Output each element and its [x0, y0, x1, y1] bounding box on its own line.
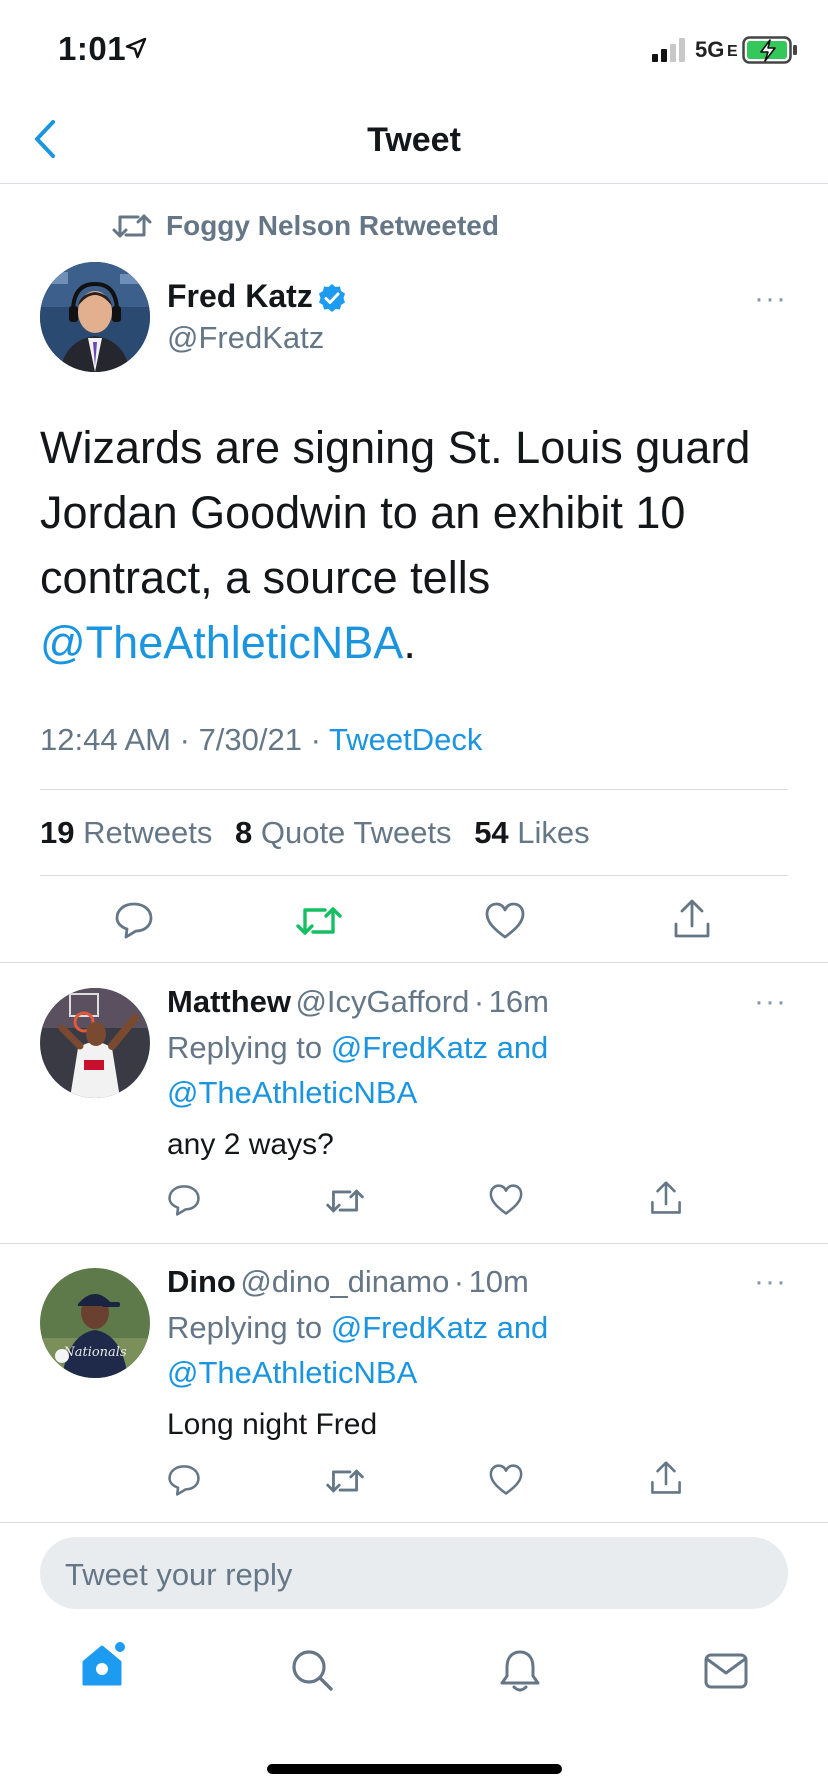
- reply-text: Long night Fred: [167, 1408, 378, 1441]
- reply-time: 16m: [488, 984, 549, 1019]
- like-icon[interactable]: [484, 902, 526, 940]
- network-sub-label: E: [727, 43, 738, 60]
- nav-divider: [0, 183, 828, 184]
- replying-to-prefix: Replying to: [167, 1310, 323, 1345]
- more-options-icon[interactable]: ···: [754, 282, 787, 316]
- share-icon[interactable]: [649, 1460, 683, 1496]
- retweets-count: 19: [40, 815, 75, 850]
- meta-separator: ·: [310, 722, 321, 757]
- tweet-text-line: contract, a source tells: [40, 552, 491, 603]
- reply-separator: ·: [453, 1264, 465, 1299]
- replying-to: Replying to @FredKatz and @TheAthleticNB…: [167, 1305, 548, 1395]
- reply-author-name[interactable]: Matthew: [167, 984, 291, 1019]
- tweet-metadata: 12:44 AM · 7/30/21 · TweetDeck: [40, 722, 482, 758]
- reply-divider: [0, 1243, 828, 1244]
- verified-badge-icon: [319, 284, 345, 312]
- reply-author-handle[interactable]: @dino_dinamo: [240, 1264, 449, 1299]
- reply-icon[interactable]: [167, 1183, 201, 1217]
- retweeted-by-label[interactable]: Foggy Nelson Retweeted: [166, 210, 499, 242]
- reply-divider: [0, 1522, 828, 1523]
- reply-avatar-image: Nationals: [40, 1268, 150, 1378]
- reply-avatar-image: [40, 988, 150, 1098]
- retweets-stat[interactable]: 19 Retweets: [40, 815, 212, 850]
- location-arrow-icon: [125, 37, 147, 59]
- network-label: 5G: [695, 37, 725, 62]
- quotes-count: 8: [234, 815, 253, 850]
- actions-divider: [0, 962, 828, 963]
- reply-input-placeholder: Tweet your reply: [65, 1557, 293, 1592]
- replying-to: Replying to @FredKatz and @TheAthleticNB…: [167, 1025, 548, 1115]
- messages-icon[interactable]: [704, 1653, 748, 1689]
- replying-to-users[interactable]: @FredKatz and: [331, 1310, 549, 1345]
- status-time: 1:01: [58, 30, 127, 67]
- reply-time: 10m: [468, 1264, 529, 1299]
- battery-charging-icon: [742, 36, 797, 64]
- author-handle[interactable]: @FredKatz: [167, 320, 324, 356]
- reply-separator: ·: [473, 984, 485, 1019]
- like-icon[interactable]: [488, 1464, 524, 1496]
- mention-link[interactable]: @TheAthleticNBA: [40, 617, 403, 668]
- engagement-stats: 19 Retweets 8 Quote Tweets 54 Likes: [40, 815, 590, 851]
- tweet-text: Wizards are signing St. Louis guard Jord…: [40, 415, 780, 675]
- retweet-icon[interactable]: [326, 1186, 364, 1216]
- replying-to-users[interactable]: @FredKatz and: [331, 1030, 549, 1065]
- mention-suffix: .: [403, 617, 416, 668]
- home-icon[interactable]: [80, 1640, 130, 1690]
- replying-to-users-2[interactable]: @TheAthleticNBA: [167, 1350, 548, 1395]
- author-avatar-image: [40, 262, 150, 372]
- replying-to-users-2[interactable]: @TheAthleticNBA: [167, 1070, 548, 1115]
- reply-avatar[interactable]: Nationals: [40, 1268, 150, 1378]
- svg-text:Nationals: Nationals: [62, 1345, 127, 1360]
- meta-divider: [40, 789, 788, 790]
- tweet-date: 7/30/21: [198, 722, 302, 757]
- reply-header: Matthew @IcyGafford · 16m: [167, 984, 549, 1020]
- retweet-icon: [112, 214, 152, 238]
- like-icon[interactable]: [488, 1184, 524, 1216]
- reply-icon[interactable]: [114, 900, 154, 940]
- stats-divider: [40, 875, 788, 876]
- author-name[interactable]: Fred Katz: [167, 278, 313, 315]
- more-options-icon[interactable]: ···: [754, 985, 787, 1019]
- reply-text: any 2 ways?: [167, 1128, 334, 1161]
- reply-header: Dino @dino_dinamo · 10m: [167, 1264, 529, 1300]
- tweet-time: 12:44 AM: [40, 722, 171, 757]
- share-icon[interactable]: [649, 1180, 683, 1216]
- quotes-label: Quote Tweets: [260, 815, 452, 850]
- reply-avatar[interactable]: [40, 988, 150, 1098]
- retweet-icon[interactable]: [296, 903, 342, 939]
- reply-icon[interactable]: [167, 1463, 201, 1497]
- tweet-text-line: Jordan Goodwin to an exhibit 10: [40, 487, 686, 538]
- reply-author-handle[interactable]: @IcyGafford: [295, 984, 469, 1019]
- page-title: Tweet: [367, 121, 461, 159]
- search-icon[interactable]: [290, 1648, 334, 1692]
- tweet-text-line: Wizards are signing St. Louis guard: [40, 422, 751, 473]
- replying-to-prefix: Replying to: [167, 1030, 323, 1065]
- retweets-label: Retweets: [83, 815, 213, 850]
- retweet-icon[interactable]: [326, 1466, 364, 1496]
- quotes-stat[interactable]: 8 Quote Tweets: [235, 815, 452, 850]
- meta-separator: ·: [179, 722, 190, 757]
- reply-author-name[interactable]: Dino: [167, 1264, 236, 1299]
- tweet-source-link[interactable]: TweetDeck: [329, 722, 482, 757]
- home-indicator: [267, 1764, 562, 1774]
- likes-stat[interactable]: 54 Likes: [474, 815, 589, 850]
- share-icon[interactable]: [672, 898, 712, 940]
- signal-icon: [652, 38, 685, 62]
- notifications-icon[interactable]: [499, 1648, 541, 1694]
- author-avatar[interactable]: [40, 262, 150, 372]
- likes-label: Likes: [517, 815, 590, 850]
- more-options-icon[interactable]: ···: [754, 1265, 787, 1299]
- likes-count: 54: [474, 815, 509, 850]
